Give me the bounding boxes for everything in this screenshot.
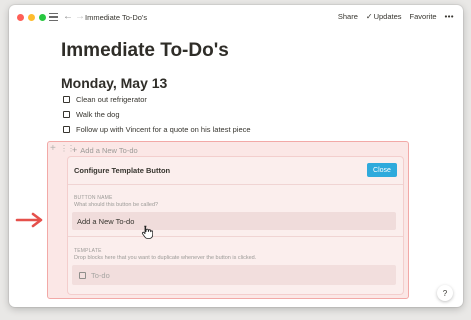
close-window-button[interactable] xyxy=(17,14,24,21)
titlebar-actions: Share ✓Updates Favorite ••• xyxy=(338,12,454,21)
hamburger-icon[interactable] xyxy=(49,13,58,21)
configure-template-panel: Configure Template Button Close BUTTON N… xyxy=(68,157,403,294)
todo-label[interactable]: Walk the dog xyxy=(76,110,120,119)
template-label: TEMPLATE xyxy=(74,248,102,254)
template-todo-block[interactable]: To-do xyxy=(79,271,110,280)
plus-icon[interactable]: + xyxy=(50,143,56,155)
todo-checkbox[interactable] xyxy=(79,272,86,279)
todo-item: Clean out refrigerator xyxy=(63,95,147,104)
template-button-row: + ⋮⋮ + Add a New To-do xyxy=(47,143,409,157)
updates-label: Updates xyxy=(373,12,402,21)
divider xyxy=(68,236,403,237)
config-panel-title: Configure Template Button xyxy=(74,166,171,175)
date-heading[interactable]: Monday, May 13 xyxy=(61,75,167,91)
help-icon: ? xyxy=(442,288,448,298)
red-arrow-icon xyxy=(15,212,43,228)
checkmark-icon: ✓ xyxy=(365,12,373,21)
template-button[interactable]: + Add a New To-do xyxy=(72,145,138,155)
todo-item: Walk the dog xyxy=(63,110,120,119)
todo-label[interactable]: Clean out refrigerator xyxy=(76,95,147,104)
template-button-label: Add a New To-do xyxy=(80,146,138,155)
todo-checkbox[interactable] xyxy=(63,126,70,133)
close-button[interactable]: Close xyxy=(367,163,397,177)
button-name-input[interactable]: Add a New To-do xyxy=(72,212,396,230)
zoom-window-button[interactable] xyxy=(39,14,46,21)
plus-icon: + xyxy=(72,145,78,155)
share-button[interactable]: Share xyxy=(338,12,358,21)
button-name-help: What should this button be called? xyxy=(74,202,159,208)
template-todo-placeholder: To-do xyxy=(91,271,110,280)
todo-checkbox[interactable] xyxy=(63,111,70,118)
template-help: Drop blocks here that you want to duplic… xyxy=(74,255,257,261)
forward-arrow-icon[interactable]: → xyxy=(75,10,85,24)
favorite-button[interactable]: Favorite xyxy=(410,12,437,21)
breadcrumb[interactable]: Immediate To-Do's xyxy=(85,13,147,22)
button-name-label: BUTTON NAME xyxy=(74,195,113,201)
todo-checkbox[interactable] xyxy=(63,96,70,103)
todo-item: Follow up with Vincent for a quote on hi… xyxy=(63,125,251,134)
divider xyxy=(68,184,403,185)
title-bar: ← → Immediate To-Do's Share ✓Updates Fav… xyxy=(9,5,463,31)
hand-cursor-icon xyxy=(141,225,153,239)
help-button[interactable]: ? xyxy=(437,285,453,301)
template-dropzone[interactable]: To-do xyxy=(72,265,396,285)
page-title[interactable]: Immediate To-Do's xyxy=(61,40,229,62)
minimize-window-button[interactable] xyxy=(28,14,35,21)
todo-label[interactable]: Follow up with Vincent for a quote on hi… xyxy=(76,125,251,134)
back-arrow-icon[interactable]: ← xyxy=(63,10,73,24)
more-options-button[interactable]: ••• xyxy=(445,12,454,21)
updates-button[interactable]: ✓Updates xyxy=(366,12,402,21)
